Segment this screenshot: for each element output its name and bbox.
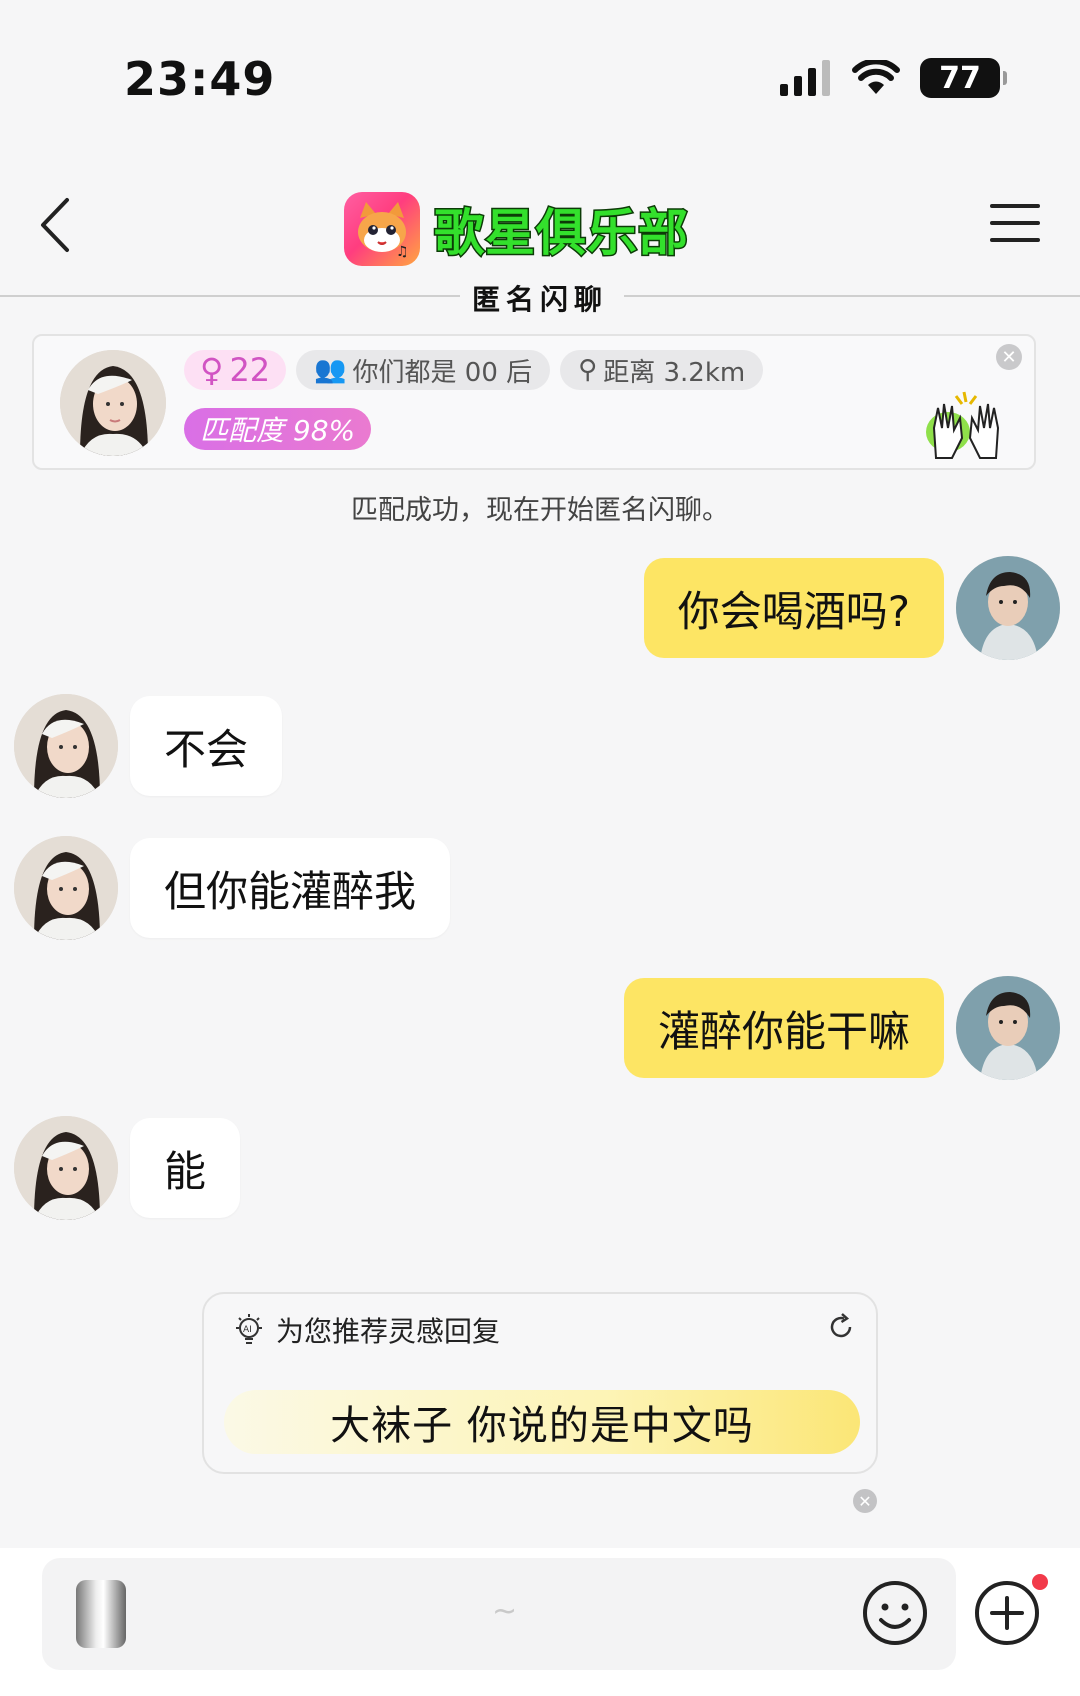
age-tag: ♀ 22 — [184, 350, 287, 390]
status-time: 23:49 — [124, 52, 276, 106]
input-placeholder: ~ — [492, 1594, 518, 1629]
running-icon: ⚲ — [578, 355, 598, 385]
message-row-out: 灌醉你能干嘛 — [623, 976, 1060, 1080]
hamburger-menu-icon — [990, 204, 1040, 208]
message-input[interactable]: ~ — [42, 1558, 956, 1670]
ai-lightbulb-icon: AI — [236, 1314, 262, 1344]
back-button[interactable] — [20, 190, 90, 260]
distance-text: 距离 3.2km — [603, 357, 746, 388]
composer-bar: ~ — [0, 1548, 1080, 1696]
status-bar: 23:49 77 — [0, 0, 1080, 150]
chat-header: ♫ 歌星俱乐部 匿名闪聊 — [0, 170, 1080, 316]
close-icon[interactable]: ✕ — [996, 344, 1022, 370]
refresh-icon[interactable] — [826, 1312, 856, 1342]
wifi-icon — [852, 60, 900, 94]
app-logo-icon: ♫ — [344, 192, 420, 266]
match-card[interactable]: ♀ 22 👥 你们都是 00 后 ⚲ 距离 3.2km 匹配度 98% ✕ — [32, 334, 1036, 470]
message-bubble-out[interactable]: 你会喝酒吗? — [643, 558, 944, 658]
message-row-in: 能 — [14, 1116, 241, 1220]
message-bubble-out[interactable]: 灌醉你能干嘛 — [623, 978, 944, 1078]
age-value: 22 — [229, 351, 271, 389]
message-bubble-in[interactable]: 不会 — [130, 696, 283, 796]
plus-icon[interactable] — [974, 1580, 1040, 1646]
svg-text:AI: AI — [243, 1325, 252, 1335]
status-icons: 77 — [780, 58, 1007, 98]
partner-avatar[interactable] — [60, 350, 166, 456]
message-row-in: 不会 — [14, 694, 283, 798]
suggested-reply-card: AI 为您推荐灵感回复 大袜子 你说的是中文吗 — [202, 1292, 878, 1474]
my-avatar[interactable] — [956, 976, 1060, 1080]
chevron-left-icon — [41, 198, 69, 252]
people-icon: 👥 — [314, 355, 347, 385]
chat-mode-title: 匿名闪聊 — [471, 283, 608, 316]
message-bubble-in[interactable]: 但你能灌醉我 — [130, 838, 451, 938]
high-five-icon — [926, 391, 1000, 459]
match-rate-badge: 匹配度 98% — [184, 408, 372, 450]
suggestion-title: 为您推荐灵感回复 — [276, 1315, 501, 1348]
voice-icon[interactable] — [76, 1580, 126, 1648]
suggestion-header: AI 为您推荐灵感回复 — [232, 1310, 500, 1350]
my-avatar[interactable] — [956, 556, 1060, 660]
subtitle-row: 匿名闪聊 — [0, 278, 1080, 316]
svg-text:♫: ♫ — [396, 244, 409, 258]
close-icon[interactable]: ✕ — [853, 1489, 877, 1513]
generation-tag: 👥 你们都是 00 后 — [296, 350, 551, 390]
match-tags: ♀ 22 👥 你们都是 00 后 ⚲ 距离 3.2km — [184, 350, 764, 390]
app-brand: ♫ 歌星俱乐部 — [344, 192, 690, 266]
emoji-icon[interactable] — [862, 1580, 928, 1646]
message-row-out: 你会喝酒吗? — [643, 556, 1060, 660]
system-message: 匹配成功，现在开始匿名闪聊。 — [351, 495, 729, 526]
partner-avatar[interactable] — [14, 836, 118, 940]
signal-icon — [780, 60, 830, 96]
menu-button[interactable] — [990, 198, 1040, 248]
notification-dot — [1032, 1574, 1048, 1590]
distance-tag: ⚲ 距离 3.2km — [560, 350, 764, 390]
generation-text: 你们都是 00 后 — [352, 357, 533, 388]
message-row-in: 但你能灌醉我 — [14, 836, 451, 940]
app-name: 歌星俱乐部 — [433, 203, 690, 264]
battery-indicator: 77 — [920, 58, 1007, 98]
message-bubble-in[interactable]: 能 — [130, 1118, 241, 1218]
partner-avatar[interactable] — [14, 1116, 118, 1220]
female-icon: ♀ — [200, 351, 224, 389]
suggested-reply-chip[interactable]: 大袜子 你说的是中文吗 — [224, 1390, 860, 1454]
partner-avatar[interactable] — [14, 694, 118, 798]
